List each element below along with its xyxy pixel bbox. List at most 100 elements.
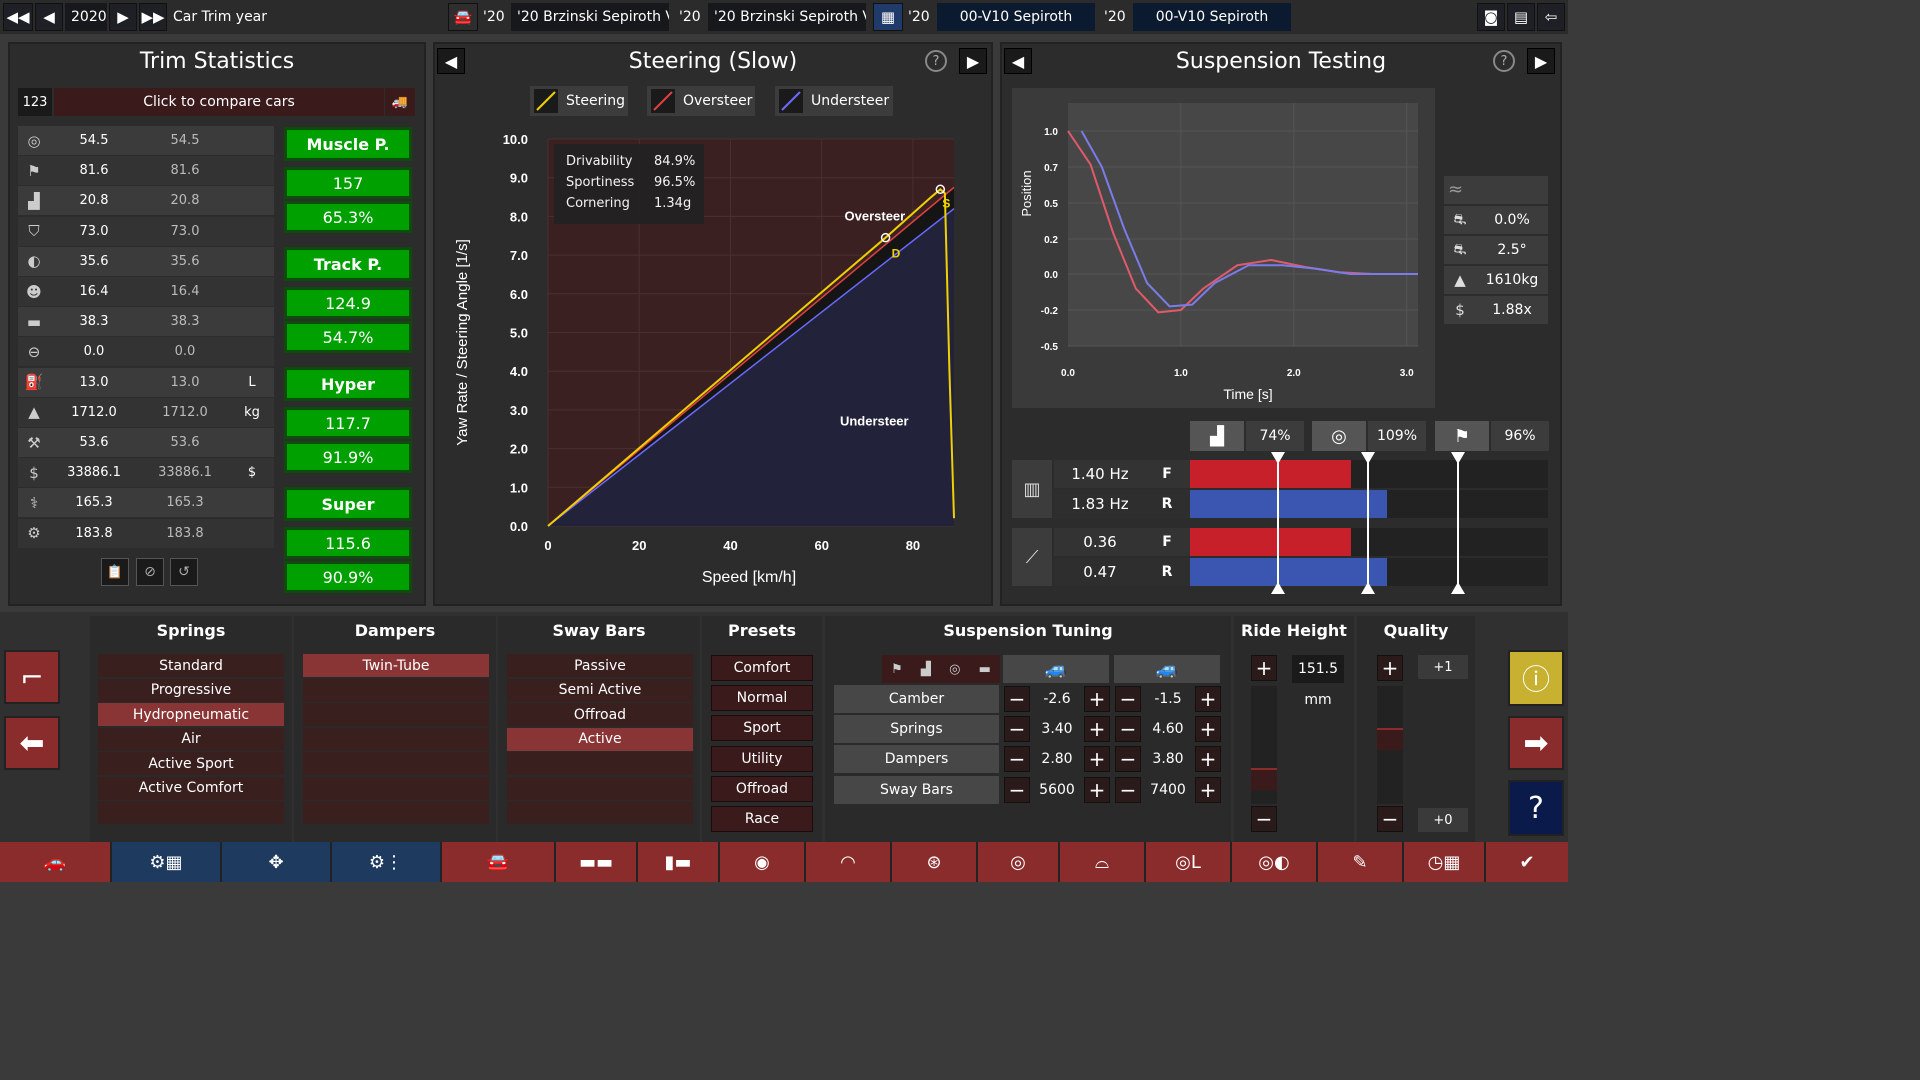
suspension-tab-icon[interactable]: 🚘 (442, 842, 554, 882)
wheel-icon[interactable]: ◎ (949, 662, 960, 677)
rear-minus-button[interactable]: − (1115, 686, 1141, 712)
rear-plus-button[interactable]: + (1195, 716, 1221, 743)
stat-compare-value: 35.6 (170, 253, 200, 269)
car-icon[interactable]: 🚘 (448, 3, 478, 31)
legend-oversteer[interactable]: Oversteer (647, 86, 755, 116)
seats-tab-icon[interactable]: ▬▬ (556, 842, 636, 882)
quality-slider[interactable] (1377, 686, 1403, 804)
testing-tab-icon[interactable]: ◷▦ (1404, 842, 1484, 882)
car-body-tab-icon[interactable]: 🚗 (0, 842, 110, 882)
forward-arrow-button[interactable]: ➡ (1508, 716, 1564, 770)
preset-button[interactable]: Race (711, 806, 813, 832)
front-minus-button[interactable]: − (1004, 716, 1030, 743)
front-minus-button[interactable]: − (1004, 746, 1030, 773)
compare-cars-button[interactable]: Click to compare cars (54, 88, 384, 116)
suspension-help-icon[interactable]: ? (1493, 50, 1515, 72)
engine-select-1[interactable]: 00-V10 Sepiroth (937, 3, 1095, 31)
brakes-tab-icon[interactable]: ◠ (806, 842, 890, 882)
y-tick-label: 10.0 (503, 132, 528, 147)
ride-height-plus[interactable]: + (1251, 655, 1277, 681)
quality-minus[interactable]: − (1377, 806, 1403, 832)
drivetrain-tab-icon[interactable]: ✥ (222, 842, 330, 882)
truck-icon[interactable]: ▬ (979, 662, 991, 677)
chassis-tab-icon[interactable]: ⚙▦ (112, 842, 220, 882)
last-year-button[interactable]: ▶▶ (139, 3, 167, 31)
preset-button[interactable]: Comfort (711, 655, 813, 681)
car-select-2[interactable]: '20 Brzinski Sepiroth V1 (708, 3, 866, 31)
suspension-prev-button[interactable]: ◀ (1004, 48, 1032, 74)
preset-button[interactable]: Sport (711, 715, 813, 742)
legend-steering[interactable]: Steering (530, 86, 628, 116)
clipboard-icon[interactable]: 📋 (101, 558, 129, 586)
option-item[interactable]: Hydropneumatic (98, 703, 284, 726)
steering-help-icon[interactable]: ? (925, 50, 947, 72)
engine-icon[interactable]: ▦ (873, 3, 903, 31)
front-minus-button[interactable]: − (1004, 776, 1030, 803)
prev-year-button[interactable]: ◀ (35, 3, 63, 31)
year-field[interactable]: 2020 (65, 3, 107, 31)
help-button[interactable]: ? (1508, 780, 1564, 836)
rear-plus-button[interactable]: + (1195, 686, 1221, 712)
ride-height-handle[interactable] (1251, 768, 1277, 790)
interior-tab-icon[interactable]: ▮▬ (638, 842, 718, 882)
option-item[interactable]: Offroad (507, 703, 693, 726)
next-year-button[interactable]: ▶ (109, 3, 137, 31)
option-item[interactable]: Semi Active (507, 678, 693, 702)
front-plus-button[interactable]: + (1084, 716, 1110, 743)
aero-tab-icon[interactable]: ⌓ (1060, 842, 1144, 882)
option-item[interactable]: Air (98, 727, 284, 751)
front-plus-button[interactable]: + (1084, 686, 1110, 712)
safety-tab-icon[interactable]: ◎◐ (1232, 842, 1316, 882)
car-select-1[interactable]: '20 Brzinski Sepiroth V1 (511, 3, 669, 31)
rear-minus-button[interactable]: − (1115, 716, 1141, 743)
clear-icon[interactable]: ⊘ (136, 558, 164, 586)
front-plus-button[interactable]: + (1084, 776, 1110, 803)
option-item[interactable]: Standard (98, 654, 284, 677)
option-item[interactable]: Twin-Tube (303, 654, 489, 677)
ride-height-minus[interactable]: − (1251, 806, 1277, 832)
reset-icon[interactable]: ↺ (170, 558, 198, 586)
ride-height-slider[interactable] (1251, 686, 1277, 804)
option-item[interactable]: Active (507, 727, 693, 751)
seat-icon[interactable]: ▟ (921, 662, 931, 677)
option-item[interactable]: Passive (507, 654, 693, 677)
back-arrow-button[interactable]: ⬅ (4, 716, 60, 770)
stat-row: ⚕ 165.3 165.3 (18, 488, 274, 518)
flag-icon[interactable]: ⚑ (891, 662, 903, 677)
steering-prev-button[interactable]: ◀ (437, 48, 465, 74)
option-item[interactable]: Progressive (98, 678, 284, 702)
calculator-icon[interactable]: ▤ (1507, 3, 1535, 31)
car-select-icon[interactable]: 🚚 (385, 88, 415, 116)
tyres-tab-icon[interactable]: ◎ (978, 842, 1058, 882)
steering-next-button[interactable]: ▶ (959, 48, 987, 74)
wheels-tab-icon[interactable]: ⊛ (892, 842, 976, 882)
preset-button[interactable]: Normal (711, 685, 813, 712)
warning-icon[interactable]: ⓘ (1508, 650, 1564, 706)
chart-toggle-icon[interactable]: ⌐ (4, 650, 60, 704)
back-icon[interactable]: ⇦ (1537, 3, 1565, 31)
rear-plus-button[interactable]: + (1195, 776, 1221, 803)
fuel-tab-icon[interactable]: ✎ (1318, 842, 1402, 882)
option-item[interactable]: Active Sport (98, 752, 284, 775)
checkered-flag-icon: ⚑ (1435, 421, 1489, 451)
option-item[interactable]: Active Comfort (98, 776, 284, 800)
rear-minus-button[interactable]: − (1115, 776, 1141, 803)
suspension-layout-tab-icon[interactable]: ⚙⋮ (332, 842, 440, 882)
finish-tab-icon[interactable]: ✔ (1486, 842, 1568, 882)
rear-plus-button[interactable]: + (1195, 746, 1221, 773)
front-plus-button[interactable]: + (1084, 746, 1110, 773)
suspension-next-button[interactable]: ▶ (1527, 48, 1555, 74)
steering-tab-icon[interactable]: ◎L (1146, 842, 1230, 882)
legend-understeer[interactable]: Understeer (775, 86, 893, 116)
quality-handle[interactable] (1377, 728, 1403, 750)
preset-button[interactable]: Utility (711, 745, 813, 772)
fixture-tab-icon[interactable]: ◉ (720, 842, 804, 882)
engine-select-2[interactable]: 00-V10 Sepiroth (1133, 3, 1291, 31)
rear-minus-button[interactable]: − (1115, 746, 1141, 773)
camera-icon[interactable]: ◙ (1477, 3, 1505, 31)
preset-button[interactable]: Offroad (711, 775, 813, 802)
quality-plus[interactable]: + (1377, 655, 1403, 681)
tuning-focus-icons[interactable]: ⚑ ▟ ◎ ▬ (882, 655, 1000, 683)
first-year-button[interactable]: ◀◀ (3, 3, 33, 31)
front-minus-button[interactable]: − (1004, 686, 1030, 712)
